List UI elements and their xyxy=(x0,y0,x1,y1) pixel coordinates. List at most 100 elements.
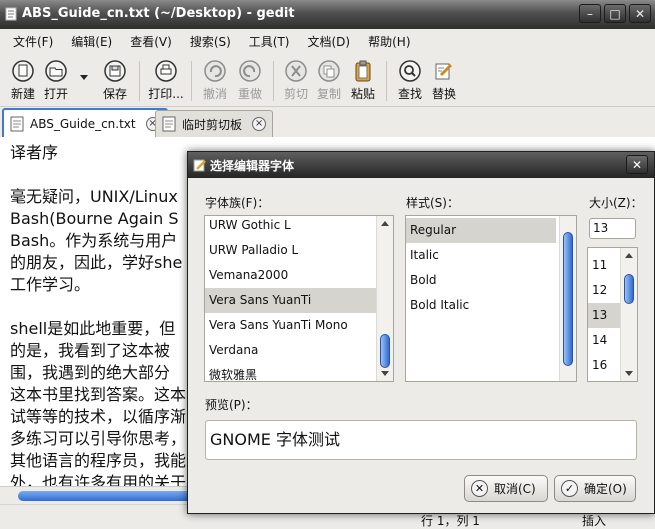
scrollbar-thumb[interactable] xyxy=(563,232,573,366)
replace-button[interactable]: 替换 xyxy=(423,59,465,102)
scroll-up-icon[interactable] xyxy=(625,253,633,258)
scroll-up-icon[interactable] xyxy=(381,221,389,226)
list-item[interactable]: 14 xyxy=(588,328,620,353)
menu-tools[interactable]: 工具(T) xyxy=(240,33,299,50)
menu-documents[interactable]: 文档(D) xyxy=(299,33,360,50)
toolbar-separator xyxy=(191,61,192,101)
save-button[interactable]: 保存 xyxy=(94,59,136,102)
list-item[interactable]: 12 xyxy=(588,278,620,303)
list-item[interactable]: Bold xyxy=(406,268,556,293)
scroll-down-icon[interactable] xyxy=(381,371,389,376)
toolbar-separator xyxy=(273,61,274,101)
toolbar-separator xyxy=(139,61,140,101)
family-label: 字体族(F)： xyxy=(205,196,270,210)
dialog-close-button[interactable]: ✕ xyxy=(626,155,648,174)
style-items: Regular Italic Bold Bold Italic xyxy=(406,218,556,318)
menu-view[interactable]: 查看(V) xyxy=(121,33,181,50)
menu-help[interactable]: 帮助(H) xyxy=(359,33,419,50)
text-file-icon xyxy=(162,116,176,132)
editor-line: Bash(Bourne Again S xyxy=(10,209,179,228)
list-item[interactable]: 16 xyxy=(588,353,620,378)
dialog-title: 选择编辑器字体 xyxy=(210,159,295,173)
redo-button[interactable]: 重做 xyxy=(229,59,271,102)
editor-line: 工作学习。 xyxy=(10,275,91,294)
print-icon xyxy=(155,60,177,82)
ok-button[interactable]: ✓ 确定(O) xyxy=(554,475,636,502)
print-label: 打印... xyxy=(148,87,184,101)
preview-text-field[interactable]: GNOME 字体测试 xyxy=(205,420,637,460)
clipboard-paste-icon xyxy=(355,60,371,82)
editor-line: 这本书里找到答案。这本 xyxy=(10,385,187,404)
paste-button[interactable]: 粘贴 xyxy=(342,59,384,102)
scrollbar-thumb[interactable] xyxy=(380,334,390,368)
tab-clipboard[interactable]: 临时剪切板 × xyxy=(155,110,274,137)
copy-icon xyxy=(318,60,340,82)
cancel-button[interactable]: ✕ 取消(C) xyxy=(464,475,548,502)
text-file-icon xyxy=(10,116,24,131)
style-label: 样式(S)： xyxy=(406,196,459,210)
font-size-list[interactable]: 11 12 13 14 16 xyxy=(587,247,638,382)
editor-line: 毫无疑问，UNIX/Linux xyxy=(10,187,178,206)
list-item[interactable]: URW Palladio L xyxy=(205,238,377,263)
menu-bar: 文件(F) 编辑(E) 查看(V) 搜索(S) 工具(T) 文档(D) 帮助(H… xyxy=(0,29,655,53)
list-item[interactable]: Italic xyxy=(406,243,556,268)
list-item-selected[interactable]: Regular xyxy=(406,218,556,243)
close-button[interactable]: ✕ xyxy=(629,4,651,23)
editor-line: 译者序 xyxy=(10,143,59,162)
preview-label: 预览(P)： xyxy=(205,398,258,412)
tab-close-icon[interactable]: × xyxy=(252,117,267,131)
list-item-selected[interactable]: Vera Sans YuanTi xyxy=(205,288,377,313)
dialog-title-bar: 选择编辑器字体 ✕ xyxy=(188,152,654,178)
find-replace-icon xyxy=(435,63,453,80)
list-item-selected[interactable]: 13 xyxy=(588,303,620,328)
minimize-button[interactable]: – xyxy=(579,4,601,23)
size-input[interactable]: 13 xyxy=(589,218,636,239)
font-family-list[interactable]: URW Gothic L URW Palladio L Vemana2000 V… xyxy=(204,215,394,382)
font-style-list[interactable]: Regular Italic Bold Bold Italic xyxy=(405,215,577,382)
editor-line: 多练习可以引导你思考， xyxy=(10,429,187,448)
checkmark-icon: ✓ xyxy=(561,480,578,497)
maximize-icon: □ xyxy=(609,6,621,21)
document-tabs: ABS_Guide_cn.txt × 临时剪切板 × xyxy=(0,107,655,137)
list-item[interactable]: 微软雅黑 xyxy=(205,363,377,381)
undo-icon xyxy=(204,60,226,82)
save-icon xyxy=(104,60,126,82)
title-bar: ABS_Guide_cn.txt (~/Desktop) - gedit – □… xyxy=(0,0,655,29)
editor-line: 的是，我看到了这本被 xyxy=(10,341,171,360)
size-scrollbar[interactable] xyxy=(620,248,637,381)
open-recent-dropdown-icon[interactable] xyxy=(80,75,88,80)
menu-edit[interactable]: 编辑(E) xyxy=(62,33,121,50)
list-item[interactable]: Vera Sans YuanTi Mono xyxy=(205,313,377,338)
editor-line: shell是如此地重要，但 xyxy=(10,319,176,338)
editor-line: 其他语言的程序员，我能 xyxy=(10,451,187,470)
tab-label: ABS_Guide_cn.txt xyxy=(30,116,136,131)
open-label: 打开 xyxy=(43,87,68,101)
close-icon: ✕ xyxy=(634,6,646,21)
replace-label: 替换 xyxy=(431,87,456,101)
list-item[interactable]: Bold Italic xyxy=(406,293,556,318)
magnifier-icon xyxy=(399,60,421,82)
cancel-label: 取消(C) xyxy=(494,482,536,496)
style-scrollbar[interactable] xyxy=(559,216,576,381)
window-title: ABS_Guide_cn.txt (~/Desktop) - gedit xyxy=(22,6,295,21)
print-button[interactable]: 打印... xyxy=(145,59,187,102)
open-button[interactable]: 打开 xyxy=(35,59,77,102)
size-items: 11 12 13 14 16 xyxy=(588,253,620,378)
list-item[interactable]: 11 xyxy=(588,253,620,278)
scrollbar-thumb[interactable] xyxy=(624,274,634,304)
list-item[interactable]: Verdana xyxy=(205,338,377,363)
insert-mode: 插入 xyxy=(582,514,607,528)
cancel-icon: ✕ xyxy=(471,480,488,497)
tab-abs-guide[interactable]: ABS_Guide_cn.txt × xyxy=(2,108,168,137)
toolbar: 新建 打开 保存 打印... 撤消 重做 剪切 复制 粘贴 查找 替换 xyxy=(0,53,655,107)
menu-search[interactable]: 搜索(S) xyxy=(181,33,240,50)
scroll-down-icon[interactable] xyxy=(625,371,633,376)
maximize-button[interactable]: □ xyxy=(604,4,626,23)
menu-file[interactable]: 文件(F) xyxy=(4,33,62,50)
open-folder-icon xyxy=(45,60,67,82)
list-item[interactable]: URW Gothic L xyxy=(205,216,377,238)
list-item[interactable]: Vemana2000 xyxy=(205,263,377,288)
window-controls: – □ ✕ xyxy=(579,4,651,23)
family-scrollbar[interactable] xyxy=(376,216,393,381)
font-chooser-dialog: 选择编辑器字体 ✕ 字体族(F)： 样式(S)： 大小(Z)： URW Goth… xyxy=(187,151,655,514)
